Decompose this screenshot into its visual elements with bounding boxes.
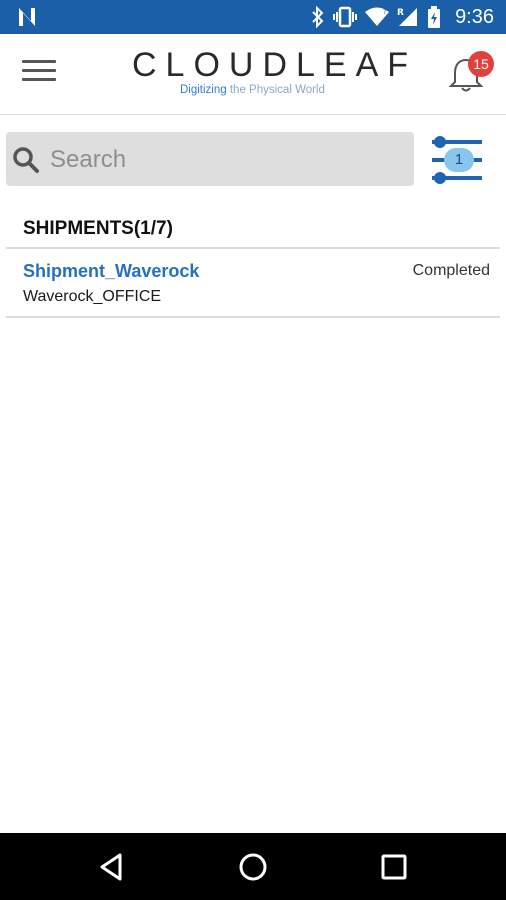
list-item[interactable]: Shipment_Waverock Waverock_OFFICE Comple… [6,250,500,317]
vibrate-icon [333,6,358,28]
filter-count-badge: 1 [444,148,474,172]
wifi-icon: ? [365,7,390,26]
bluetooth-icon [312,6,324,28]
signal-icon: R [397,8,418,26]
back-icon[interactable] [96,851,128,883]
status-time: 9:36 [455,5,494,28]
svg-text:R: R [397,8,404,18]
app-bar: CLOUDLEAF Digitizing the Physical World [0,34,506,115]
search-input[interactable] [48,141,402,179]
divider [6,316,500,318]
brand-name: CLOUDLEAF [132,46,418,84]
status-icons: ? R 9:36 [311,0,506,34]
menu-button[interactable] [22,60,56,88]
menu-icon-line [22,69,56,72]
notification-badge: 15 [468,51,494,77]
navigation-bar [0,833,506,900]
divider [6,247,500,249]
brand-logo: CLOUDLEAF Digitizing the Physical World [132,44,418,104]
search-bar[interactable] [6,132,414,186]
home-icon[interactable] [237,851,269,883]
tagline-rest: the Physical World [226,84,325,96]
notification-n-icon [19,8,35,26]
shipment-status: Completed [412,262,490,279]
tagline-accent: Digitizing [180,84,227,96]
shipment-name[interactable]: Shipment_Waverock [23,261,199,282]
menu-icon-line [22,78,56,81]
search-icon [13,147,39,173]
status-bar: ? R 9:36 [0,0,506,34]
svg-text:?: ? [383,8,387,16]
shipments-header: SHIPMENTS(1/7) [23,218,173,239]
shipment-location: Waverock_OFFICE [23,288,162,305]
recents-icon[interactable] [378,851,410,883]
menu-icon-line [22,60,56,63]
battery-icon [428,6,441,28]
